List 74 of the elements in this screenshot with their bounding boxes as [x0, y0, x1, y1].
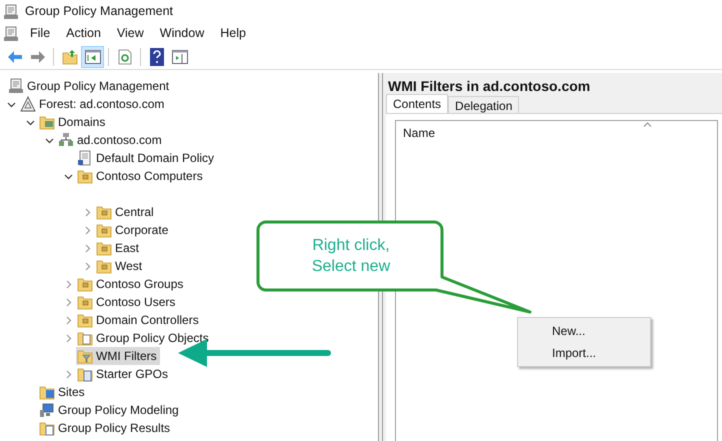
chevron-right-icon[interactable]	[64, 334, 73, 342]
folder-icon	[77, 366, 93, 382]
chevron-down-icon[interactable]	[26, 118, 35, 126]
chevron-right-icon[interactable]	[64, 370, 73, 378]
refresh-icon[interactable]	[118, 48, 132, 64]
folder-icon	[77, 294, 93, 310]
tree-item[interactable]: Group Policy Objects	[96, 329, 209, 347]
callout-text: Select new	[312, 257, 390, 277]
tree-item[interactable]: Group Policy Management	[27, 77, 170, 95]
callout-text: Right click,	[312, 236, 390, 256]
modeling-computer-icon	[39, 402, 55, 418]
menu-item[interactable]: View	[108, 24, 152, 43]
domain-network-icon	[58, 132, 74, 148]
tab[interactable]: Delegation	[448, 96, 520, 113]
chevron-right-icon[interactable]	[64, 316, 73, 324]
tree-item[interactable]: Group Policy Modeling	[58, 401, 179, 419]
folder-icon	[77, 330, 93, 346]
tree-item[interactable]: Contoso Groups	[96, 275, 184, 293]
tree-item[interactable]: Domain Controllers	[96, 311, 199, 329]
folder-icon	[39, 420, 55, 436]
chevron-down-icon[interactable]	[64, 172, 73, 180]
chevron-right-icon[interactable]	[64, 298, 73, 306]
window-title: Group Policy Management	[25, 3, 173, 20]
folder-icon	[96, 222, 112, 238]
tree-item[interactable]: Corporate	[115, 221, 168, 239]
console-icon	[3, 4, 19, 20]
folder-icon	[39, 384, 55, 400]
folder-icon	[77, 276, 93, 292]
tree-item[interactable]: Starter GPOs	[96, 365, 168, 383]
tree-item[interactable]: Group Policy Results	[58, 419, 170, 437]
domains-folder-icon	[39, 114, 55, 130]
context-menu-item[interactable]: New...	[518, 320, 650, 342]
folder-icon	[77, 312, 93, 328]
column-header[interactable]: Name	[403, 124, 436, 142]
folder-icon	[77, 168, 93, 184]
menu-item[interactable]: Action	[58, 24, 109, 43]
folder-icon	[96, 204, 112, 220]
tree-item[interactable]: Contoso Computers	[96, 167, 203, 185]
tree-item[interactable]: Forest: ad.contoso.com	[39, 95, 164, 113]
back-arrow-icon[interactable]	[6, 50, 22, 64]
folder-icon	[96, 258, 112, 274]
help-book-icon[interactable]	[150, 48, 164, 66]
context-menu-item[interactable]: Import...	[518, 342, 650, 364]
folder-icon	[77, 348, 93, 364]
chevron-right-icon[interactable]	[83, 208, 92, 216]
sort-caret-icon	[643, 122, 652, 127]
forest-triangle-icon	[20, 96, 36, 112]
folder-icon	[96, 240, 112, 256]
tree-item[interactable]: Default Domain Policy	[96, 149, 214, 167]
tree-item[interactable]: West	[115, 257, 142, 275]
folder-up-icon[interactable]	[62, 48, 78, 64]
menu-item[interactable]: File	[22, 24, 58, 43]
tree-pane-icon[interactable]	[84, 50, 100, 64]
chevron-right-icon[interactable]	[83, 244, 92, 252]
console-icon	[8, 78, 24, 94]
menu-item[interactable]: Window	[152, 24, 212, 43]
policy-scroll-icon	[77, 150, 93, 166]
chevron-right-icon[interactable]	[64, 280, 73, 288]
chevron-right-icon[interactable]	[83, 226, 92, 234]
tab[interactable]: Contents	[386, 94, 448, 113]
chevron-down-icon[interactable]	[45, 136, 54, 144]
tree-item[interactable]: East	[115, 239, 140, 257]
chevron-down-icon[interactable]	[7, 100, 16, 108]
details-title: WMI Filters in ad.contoso.com	[387, 77, 592, 95]
menu-item[interactable]: Help	[212, 24, 254, 43]
tree-item[interactable]: Domains	[58, 113, 106, 131]
chevron-right-icon[interactable]	[83, 262, 92, 270]
tree-item[interactable]: Sites	[58, 383, 85, 401]
tree-item[interactable]: ad.contoso.com	[77, 131, 162, 149]
forward-arrow-icon[interactable]	[30, 50, 46, 64]
tree-item[interactable]: Contoso Users	[96, 293, 176, 311]
tree-item[interactable]: Central	[115, 203, 154, 221]
action-pane-icon[interactable]	[172, 50, 188, 64]
console-icon	[3, 26, 19, 42]
